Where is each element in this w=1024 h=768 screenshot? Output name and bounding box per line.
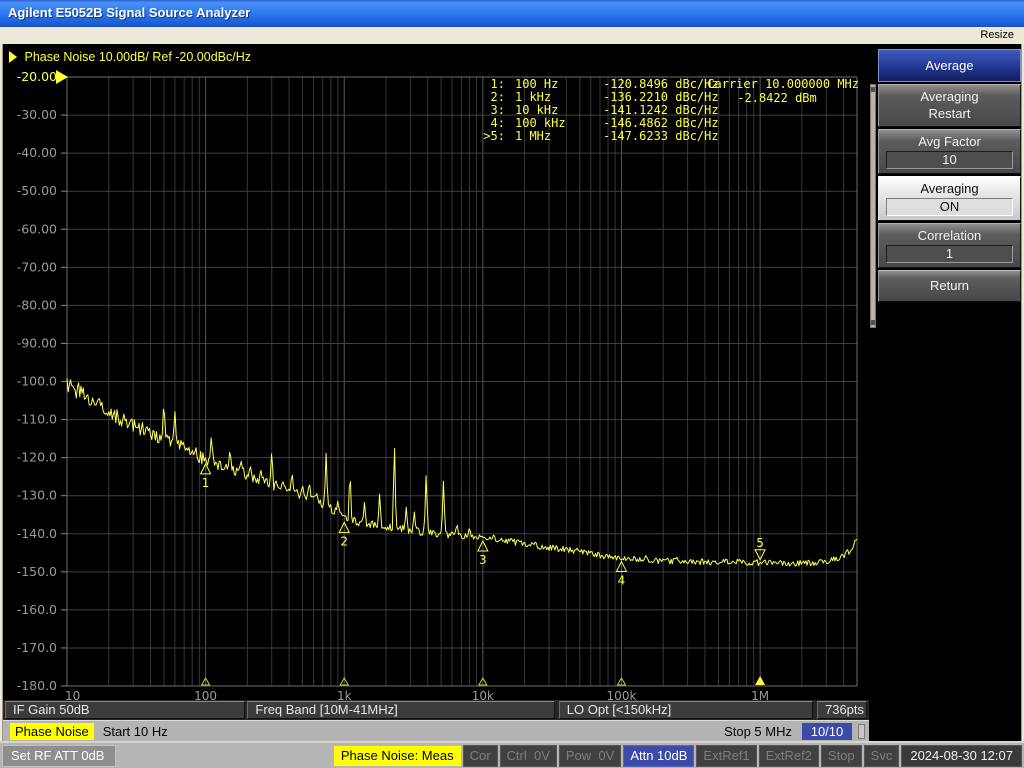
marker-number: >5: [469,130,505,143]
y-axis-label: -20.00 [17,69,57,84]
x-axis-label: 100 [194,689,217,700]
menu-strip: Resize [0,27,1024,44]
marker-4-label: 4 [618,573,626,587]
y-axis-label: -120.0 [17,450,57,465]
return-button[interactable]: Return [878,270,1021,302]
marker-2-label: 2 [340,534,348,548]
mode-badge: Phase Noise [10,723,94,740]
y-axis-label: -50.00 [17,183,57,198]
resize-control[interactable]: Resize [980,29,1014,41]
avg-factor-button[interactable]: Avg Factor 10 [878,129,1021,174]
measurement-area: Phase Noise 10.00dB/ Ref -20.00dBc/Hz -2… [3,44,869,741]
averaging-state-value[interactable]: ON [886,198,1013,216]
scroll-up-icon[interactable] [871,87,875,92]
if-gain-field: IF Gain 50dB [5,701,245,719]
x-axis-label: 100k [607,689,637,700]
x-axis-label: 10k [472,689,494,700]
y-axis-label: -110.0 [17,412,57,427]
measurement-status-badge: Phase Noise: Meas [334,746,461,766]
marker-frequency: 1 MHz [515,130,595,143]
y-axis-label: -70.00 [17,259,57,274]
carrier-power: -2.8422 dBm [737,91,816,105]
lo-opt-field: LO Opt [<150kHz] [559,701,813,719]
correlation-value[interactable]: 1 [886,245,1013,263]
y-axis-label: -170.0 [17,640,57,655]
stop-frequency: Stop 5 MHz [724,724,792,739]
averaging-toggle-button[interactable]: Averaging ON [878,176,1021,221]
averaging-restart-button[interactable]: Averaging Restart [878,84,1021,127]
y-axis-label: -160.0 [17,602,57,617]
window-title: Agilent E5052B Signal Source Analyzer [8,5,250,20]
y-axis-label: -180.0 [17,678,57,693]
scroll-down-icon[interactable] [871,320,875,325]
marker-table: 1:100 Hz-120.8496 dBc/Hz 2:1 kHz-136.221… [469,78,719,143]
sweep-range-bar: Phase Noise Start 10 Hz Stop 5 MHz 10/10 [3,720,869,741]
marker-1-label: 1 [202,476,210,490]
y-axis-label: -130.0 [17,488,57,503]
phase-noise-graph: -20.00 -30.00 -40.00 -50.00 -60.00 -70.00 -80.… [3,68,869,700]
marker-5-label: 5 [756,536,764,550]
window-titlebar: Agilent E5052B Signal Source Analyzer [0,0,1024,27]
analyzer-window: Phase Noise 10.00dB/ Ref -20.00dBc/Hz -2… [2,44,1022,741]
pane-splitter-handle[interactable] [858,724,865,739]
marker-value: -146.4862 dBc/Hz [603,116,719,130]
softkey-menu: Average Averaging Restart Avg Factor 10 … [869,44,1021,741]
instrument-status-bar: Set RF ATT 0dB Phase Noise: Meas CorCtrl… [0,741,1024,768]
status-message: Set RF ATT 0dB [2,745,116,767]
screen: Agilent E5052B Signal Source Analyzer Re… [0,0,1024,768]
indicator-attn-10db: Attn 10dB [623,745,694,767]
y-axis-label: -100.0 [17,374,57,389]
y-axis-label: -140.0 [17,526,57,541]
y-axis-label: -40.00 [17,145,57,160]
avg-factor-value[interactable]: 10 [886,151,1013,169]
y-axis-label: -150.0 [17,564,57,579]
indicator-stop: Stop [821,745,862,767]
indicator-extref2: ExtRef2 [759,745,819,767]
indicator-ctrl-0v: Ctrl 0V [500,745,557,767]
start-frequency: Start 10 Hz [103,724,168,739]
points-field: 736pts [817,701,867,719]
marker-value: -120.8496 dBc/Hz [603,77,719,91]
reference-level-icon [56,70,68,84]
softkey-scrollbar[interactable] [870,84,876,328]
indicator-cor: Cor [463,745,498,767]
softkey-column: Average Averaging Restart Avg Factor 10 … [878,49,1021,302]
y-axis-label: -80.00 [17,297,57,312]
indicator-pow-0v: Pow 0V [559,745,621,767]
indicator-extref1: ExtRef1 [696,745,756,767]
trace-scale-label: Phase Noise 10.00dB/ Ref -20.00dBc/Hz [24,50,251,64]
softkey-menu-title: Average [878,49,1021,82]
marker-value: -147.6233 dBc/Hz [603,129,719,143]
x-axis-label: 1M [751,689,769,700]
x-axis-label: 1k [337,689,352,700]
marker-value: -136.2210 dBc/Hz [603,90,719,104]
measurement-settings-bar: IF Gain 50dB Freq Band [10M-41MHz] LO Op… [3,700,869,720]
indicator-svc: Svc [864,745,900,767]
marker-value: -141.1242 dBc/Hz [603,103,719,117]
marker-3-label: 3 [479,553,487,567]
y-axis-label: -30.00 [17,107,57,122]
freq-band-field: Freq Band [10M-41MHz] [247,701,554,719]
x-axis-label: 10 [65,689,80,700]
active-marker-axis-icon [755,676,765,685]
correlation-button[interactable]: Correlation 1 [878,223,1021,268]
clock: 2024-08-30 12:07 [901,745,1022,767]
average-count-badge: 10/10 [802,723,852,740]
y-axis-label: -90.00 [17,335,57,350]
trace-select-icon [9,51,17,63]
phase-noise-plot: -20.00 -30.00 -40.00 -50.00 -60.00 -70.00 -80.… [3,68,869,700]
y-axis-label: -60.00 [17,221,57,236]
carrier-frequency: Carrier 10.000000 MHz [707,77,859,91]
indicator-group: CorCtrl 0VPow 0VAttn 10dBExtRef1ExtRef2S… [463,745,900,767]
marker-row-5: >5: 1 MHz -147.6233 dBc/Hz [469,130,719,143]
